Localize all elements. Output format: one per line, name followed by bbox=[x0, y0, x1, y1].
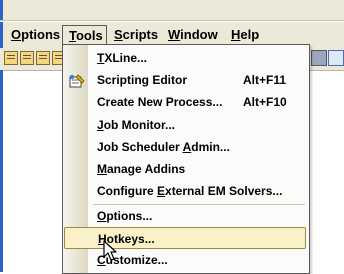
menu-window[interactable]: Window bbox=[162, 25, 224, 45]
menu-options[interactable]: Options bbox=[5, 25, 66, 45]
menu-item-label: Job Scheduler Admin... bbox=[97, 140, 230, 154]
menu-item-customize[interactable]: Customize... bbox=[63, 249, 309, 271]
window-edge bbox=[0, 22, 3, 48]
menu-scripts[interactable]: Scripts bbox=[108, 25, 164, 45]
toolbar-document-icon[interactable] bbox=[20, 51, 34, 65]
menu-help[interactable]: Help bbox=[225, 25, 265, 45]
menu-item-job-scheduler-admin[interactable]: Job Scheduler Admin... bbox=[63, 136, 309, 158]
window-edge bbox=[0, 0, 3, 20]
menu-item-label: Configure External EM Solvers... bbox=[97, 184, 283, 198]
toolbar-grid-icon[interactable] bbox=[311, 50, 327, 66]
script-editor-icon bbox=[69, 73, 85, 88]
top-strip bbox=[0, 0, 344, 21]
menu-item-label: Scripting Editor bbox=[97, 73, 187, 87]
menu-item-label: Manage Addins bbox=[97, 162, 186, 176]
menu-item-create-new-process[interactable]: Create New Process... Alt+F10 bbox=[63, 91, 309, 113]
mouse-pointer-icon bbox=[103, 240, 119, 262]
menu-item-txline[interactable]: TXLine... bbox=[63, 47, 309, 69]
menu-item-manage-addins[interactable]: Manage Addins bbox=[63, 158, 309, 180]
menu-item-scripting-editor[interactable]: Scripting Editor Alt+F11 bbox=[63, 69, 309, 91]
menu-item-label: Create New Process... bbox=[97, 95, 223, 109]
tools-dropdown-menu: TXLine... Scripting Editor Alt+F11 Creat… bbox=[62, 44, 310, 274]
menu-item-configure-external-em-solvers[interactable]: Configure External EM Solvers... bbox=[63, 180, 309, 202]
menu-item-label: Job Monitor... bbox=[97, 118, 176, 132]
menu-item-label: Options... bbox=[97, 209, 153, 223]
menu-item-options[interactable]: Options... bbox=[63, 205, 309, 227]
menu-item-hotkeys[interactable]: Hotkeys... bbox=[64, 227, 306, 249]
toolbar-window-icon[interactable] bbox=[328, 50, 344, 66]
toolbar-document-icon[interactable] bbox=[4, 51, 18, 65]
menu-item-shortcut: Alt+F10 bbox=[243, 95, 287, 109]
toolbar-document-icon[interactable] bbox=[36, 51, 50, 65]
menu-item-shortcut: Alt+F11 bbox=[243, 73, 287, 87]
menu-item-job-monitor[interactable]: Job Monitor... bbox=[63, 114, 309, 136]
workspace-edge bbox=[0, 70, 3, 272]
menu-item-label: TXLine... bbox=[97, 51, 148, 65]
